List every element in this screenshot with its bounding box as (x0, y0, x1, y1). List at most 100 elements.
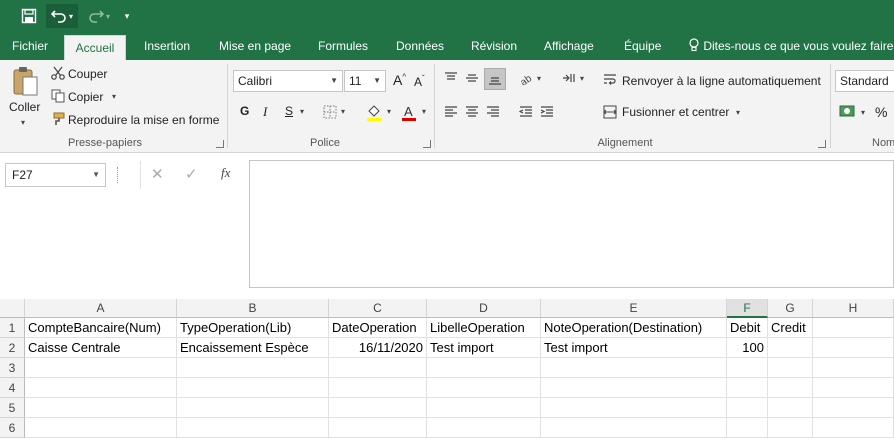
cell-c1[interactable]: DateOperation (329, 318, 427, 338)
column-header-selected[interactable]: F (727, 299, 768, 318)
tab-equipe[interactable]: Équipe (616, 32, 669, 60)
tab-donnees[interactable]: Données (388, 32, 452, 60)
accounting-dropdown-icon[interactable]: ▾ (861, 108, 865, 117)
number-format-select[interactable]: Standard (835, 70, 894, 92)
row-header[interactable]: 4 (0, 378, 25, 398)
bold-button[interactable]: G (240, 104, 249, 118)
cell[interactable] (329, 418, 427, 438)
increase-indent-icon[interactable] (538, 104, 556, 120)
paste-dropdown-icon[interactable]: ▾ (21, 118, 25, 127)
column-header[interactable]: D (427, 299, 541, 318)
alignment-launcher-icon[interactable] (818, 140, 826, 148)
paste-button[interactable]: Coller (9, 100, 40, 114)
cell[interactable] (427, 378, 541, 398)
cell[interactable] (541, 378, 727, 398)
row-header[interactable]: 5 (0, 398, 25, 418)
cell-g1[interactable]: Credit (768, 318, 813, 338)
orientation-icon[interactable]: ab (517, 70, 535, 86)
tab-formules[interactable]: Formules (310, 32, 376, 60)
decrease-font-icon[interactable]: Aˇ (414, 74, 425, 89)
scissors-icon[interactable] (50, 65, 66, 81)
undo-button[interactable]: ▾ (46, 4, 78, 28)
cut-button[interactable]: Couper (68, 67, 107, 81)
font-color-dropdown-icon[interactable]: ▾ (422, 107, 426, 116)
column-header[interactable]: B (177, 299, 329, 318)
font-color-icon[interactable]: A (399, 102, 419, 122)
cell[interactable] (427, 418, 541, 438)
cell[interactable] (727, 378, 768, 398)
cell[interactable] (329, 358, 427, 378)
cell[interactable] (177, 398, 329, 418)
accounting-format-icon[interactable] (838, 102, 860, 122)
wrap-text-icon[interactable] (602, 72, 618, 88)
cell-h1[interactable] (813, 318, 894, 338)
merge-center-button[interactable]: Fusionner et centrer (622, 105, 729, 119)
format-painter-icon[interactable] (50, 111, 66, 127)
tab-affichage[interactable]: Affichage (536, 32, 602, 60)
cell-a1[interactable]: CompteBancaire(Num) (25, 318, 177, 338)
clipboard-launcher-icon[interactable] (216, 140, 224, 148)
cell[interactable] (813, 398, 894, 418)
formula-input[interactable] (249, 160, 894, 288)
cell[interactable] (177, 358, 329, 378)
cell[interactable] (813, 358, 894, 378)
column-header[interactable]: C (329, 299, 427, 318)
column-header[interactable]: G (768, 299, 813, 318)
cell-b1[interactable]: TypeOperation(Lib) (177, 318, 329, 338)
cell[interactable] (329, 378, 427, 398)
row-header[interactable]: 1 (0, 318, 25, 338)
insert-function-icon[interactable]: fx (221, 165, 230, 181)
cell-f2[interactable]: 100 (727, 338, 768, 358)
cell[interactable] (768, 358, 813, 378)
fill-color-icon[interactable] (364, 102, 384, 122)
tab-insertion[interactable]: Insertion (136, 32, 198, 60)
font-size-select[interactable]: 11 ▼ (344, 70, 386, 92)
row-header[interactable]: 6 (0, 418, 25, 438)
cell-e1[interactable]: NoteOperation(Destination) (541, 318, 727, 338)
cell[interactable] (25, 418, 177, 438)
align-middle-icon[interactable] (463, 70, 481, 86)
copy-button[interactable]: Copier (68, 90, 103, 104)
worksheet-grid[interactable]: A B C D E F G H 1 2 3 4 5 6 CompteBancai… (0, 299, 894, 439)
customize-toolbar-icon[interactable]: ▾ (120, 4, 134, 28)
underline-dropdown-icon[interactable]: ▾ (300, 107, 304, 116)
row-header[interactable]: 2 (0, 338, 25, 358)
name-box[interactable]: F27 ▼ (5, 163, 106, 187)
underline-button[interactable]: S (285, 104, 293, 118)
align-bottom-icon[interactable] (484, 68, 506, 90)
cell-e2[interactable]: Test import (541, 338, 727, 358)
row-header[interactable]: 3 (0, 358, 25, 378)
cell[interactable] (541, 398, 727, 418)
percent-button[interactable]: % (875, 104, 887, 120)
cell[interactable] (177, 378, 329, 398)
copy-dropdown-icon[interactable]: ▾ (112, 92, 116, 101)
italic-button[interactable]: I (263, 104, 267, 120)
name-box-splitter[interactable] (117, 167, 119, 183)
cell-d1[interactable]: LibelleOperation (427, 318, 541, 338)
orientation-dropdown-icon[interactable]: ▾ (537, 74, 541, 83)
align-top-icon[interactable] (442, 70, 460, 86)
cell-f1[interactable]: Debit (727, 318, 768, 338)
cell-b2[interactable]: Encaissement Espèce (177, 338, 329, 358)
cell[interactable] (727, 358, 768, 378)
merge-center-icon[interactable] (602, 104, 618, 120)
cell[interactable] (541, 418, 727, 438)
cell[interactable] (813, 418, 894, 438)
cell[interactable] (177, 418, 329, 438)
format-painter-button[interactable]: Reproduire la mise en forme (68, 113, 219, 127)
wrap-text-button[interactable]: Renvoyer à la ligne automatiquement (622, 74, 821, 88)
borders-dropdown-icon[interactable]: ▾ (341, 107, 345, 116)
font-name-select[interactable]: Calibri ▼ (233, 70, 343, 92)
text-direction-icon[interactable] (560, 70, 578, 86)
cell[interactable] (541, 358, 727, 378)
cell[interactable] (768, 398, 813, 418)
cell[interactable] (768, 418, 813, 438)
fill-dropdown-icon[interactable]: ▾ (387, 107, 391, 116)
cell[interactable] (727, 418, 768, 438)
cell[interactable] (25, 378, 177, 398)
cell[interactable] (727, 398, 768, 418)
cell-c2[interactable]: 16/11/2020 (329, 338, 427, 358)
merge-dropdown-icon[interactable]: ▾ (736, 108, 740, 117)
cell-g2[interactable] (768, 338, 813, 358)
cell[interactable] (329, 398, 427, 418)
